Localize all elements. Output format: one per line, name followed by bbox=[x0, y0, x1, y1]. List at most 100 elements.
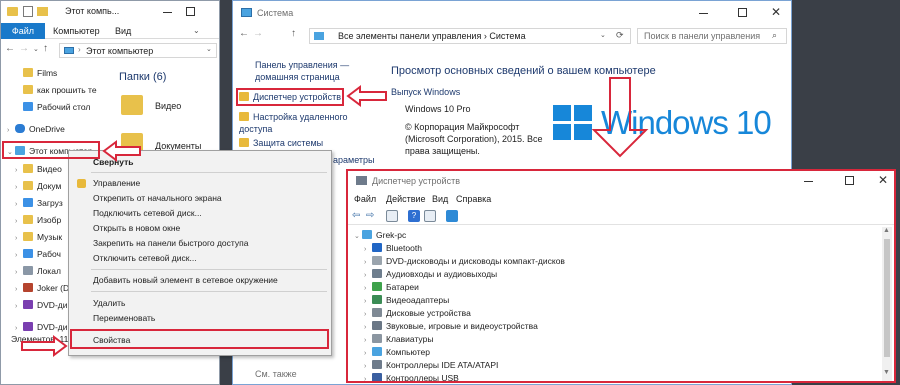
menu-item-properties[interactable]: Свойства bbox=[69, 333, 331, 348]
nav-item-onedrive[interactable]: › OneDrive bbox=[7, 123, 65, 136]
chevron-right-icon[interactable]: › bbox=[15, 283, 23, 296]
address-dropdown-icon[interactable]: ⌄ bbox=[206, 45, 212, 53]
menu-item-rename[interactable]: Переименовать bbox=[69, 311, 331, 326]
sidebar-link-device-manager[interactable]: Диспетчер устройств bbox=[239, 92, 341, 102]
properties-quick-icon[interactable] bbox=[23, 6, 33, 17]
scrollbar-thumb[interactable] bbox=[884, 239, 890, 357]
chevron-right-icon[interactable]: › bbox=[15, 266, 23, 279]
chevron-down-icon[interactable]: ⌄ bbox=[354, 230, 362, 243]
menu-item-disconnect-drive[interactable]: Отключить сетевой диск... bbox=[69, 251, 331, 266]
nav-item-local-disk[interactable]: › Локал bbox=[15, 265, 61, 278]
menu-item-pin-quick-access[interactable]: Закрепить на панели быстрого доступа bbox=[69, 236, 331, 251]
nav-item-folder[interactable]: как прошить те bbox=[23, 84, 97, 97]
nav-item-desktop-2[interactable]: › Рабоч bbox=[15, 248, 61, 261]
search-icon[interactable]: ⌕ bbox=[772, 30, 777, 41]
chevron-right-icon[interactable]: › bbox=[15, 181, 23, 194]
folder-tile-video[interactable]: Видео bbox=[119, 93, 219, 119]
chevron-right-icon[interactable]: › bbox=[15, 300, 23, 313]
sidebar-link-parameters[interactable]: араметры bbox=[333, 155, 375, 165]
scan-hardware-icon[interactable] bbox=[446, 210, 458, 222]
device-category[interactable]: › Дисковые устройства bbox=[364, 307, 471, 320]
device-category[interactable]: › Батареи bbox=[364, 281, 419, 294]
tree-root[interactable]: ⌄ Grek-pc bbox=[354, 229, 406, 242]
chevron-right-icon[interactable]: › bbox=[15, 215, 23, 228]
forward-icon[interactable]: → bbox=[19, 43, 29, 54]
nav-item-desktop[interactable]: Рабочий стол bbox=[23, 101, 90, 114]
device-category[interactable]: › Bluetooth bbox=[364, 242, 422, 255]
scroll-down-icon[interactable]: ▼ bbox=[883, 369, 890, 376]
chevron-right-icon[interactable]: › bbox=[15, 249, 23, 262]
refresh-icon[interactable]: ⟳ bbox=[616, 30, 624, 41]
back-icon[interactable]: ← bbox=[5, 43, 15, 54]
sidebar-link-remote-access[interactable]: Настройка удаленного доступа bbox=[239, 111, 359, 135]
forward-icon[interactable]: ⇨ bbox=[366, 210, 378, 222]
recent-icon[interactable]: ⌄ bbox=[33, 45, 39, 53]
menu-action[interactable]: Действие bbox=[386, 194, 426, 204]
menu-file[interactable]: Файл bbox=[354, 194, 376, 204]
chevron-right-icon[interactable]: › bbox=[15, 198, 23, 211]
device-category[interactable]: › Аудиовходы и аудиовыходы bbox=[364, 268, 497, 281]
system-address-field[interactable]: Все элементы панели управления › Система… bbox=[309, 28, 631, 44]
drive-icon bbox=[23, 283, 33, 292]
menu-item-unpin-start[interactable]: Открепить от начального экрана bbox=[69, 191, 331, 206]
sidebar-link-system-protection[interactable]: Защита системы bbox=[239, 138, 323, 148]
close-icon[interactable]: ✕ bbox=[878, 173, 888, 187]
menu-item-map-drive[interactable]: Подключить сетевой диск... bbox=[69, 206, 331, 221]
menu-item-open-new-window[interactable]: Открыть в новом окне bbox=[69, 221, 331, 236]
forward-icon[interactable]: → bbox=[253, 28, 263, 39]
maximize-icon[interactable] bbox=[738, 8, 747, 17]
scroll-up-icon[interactable]: ▲ bbox=[883, 227, 890, 234]
device-category[interactable]: › Контроллеры USB bbox=[364, 372, 459, 381]
nav-item-downloads[interactable]: › Загруз bbox=[15, 197, 63, 210]
nav-item-documents[interactable]: › Докум bbox=[15, 180, 61, 193]
menu-item-delete[interactable]: Удалить bbox=[69, 296, 331, 311]
address-dropdown-icon[interactable]: ⌄ bbox=[600, 31, 606, 39]
dm-scrollbar[interactable]: ▲ ▼ bbox=[882, 227, 892, 381]
properties-icon[interactable] bbox=[386, 210, 398, 222]
tab-file[interactable]: Файл bbox=[1, 23, 45, 39]
tab-computer[interactable]: Компьютер bbox=[53, 26, 100, 36]
close-icon[interactable]: ✕ bbox=[771, 5, 781, 19]
maximize-icon[interactable] bbox=[845, 176, 854, 185]
menu-item-add-network-location[interactable]: Добавить новый элемент в сетевое окружен… bbox=[69, 273, 331, 288]
details-icon[interactable] bbox=[424, 210, 436, 222]
nav-item-films[interactable]: Films bbox=[23, 67, 57, 80]
chevron-right-icon[interactable]: › bbox=[7, 124, 15, 137]
explorer-address-field[interactable]: › Этот компьютер ⌄ bbox=[59, 43, 217, 58]
minimize-icon[interactable] bbox=[163, 12, 172, 13]
device-category[interactable]: › DVD-дисководы и дисководы компакт-диско… bbox=[364, 255, 565, 268]
nav-item-music[interactable]: › Музык bbox=[15, 231, 62, 244]
menu-item-manage[interactable]: Управление bbox=[69, 176, 331, 191]
nav-item-dvd-1[interactable]: › DVD-ди bbox=[15, 299, 68, 312]
ribbon-expand-icon[interactable]: ⌄ bbox=[193, 26, 200, 35]
chevron-down-icon[interactable]: ⌄ bbox=[7, 146, 15, 159]
menu-view[interactable]: Вид bbox=[432, 194, 448, 204]
up-icon[interactable]: ↑ bbox=[43, 43, 48, 54]
tab-view[interactable]: Вид bbox=[115, 26, 131, 36]
system-address-row: ← → ↑ Все элементы панели управления › С… bbox=[233, 25, 791, 47]
dvd-icon bbox=[23, 300, 33, 309]
chevron-right-icon[interactable]: › bbox=[364, 373, 372, 381]
minimize-icon[interactable] bbox=[804, 181, 813, 182]
chevron-right-icon[interactable]: › bbox=[15, 232, 23, 245]
drive-icon bbox=[23, 266, 33, 275]
help-icon[interactable]: ? bbox=[408, 210, 420, 222]
up-icon[interactable]: ↑ bbox=[291, 28, 296, 39]
device-category[interactable]: › Контроллеры IDE ATA/ATAPI bbox=[364, 359, 498, 372]
device-category[interactable]: › Клавиатуры bbox=[364, 333, 433, 346]
nav-item-joker-disk[interactable]: › Joker (D bbox=[15, 282, 69, 295]
menu-help[interactable]: Справка bbox=[456, 194, 491, 204]
control-panel-search-field[interactable]: Поиск в панели управления ⌕ bbox=[637, 28, 787, 44]
device-category[interactable]: › Компьютер bbox=[364, 346, 430, 359]
chevron-right-icon[interactable]: › bbox=[15, 164, 23, 177]
new-folder-quick-icon[interactable] bbox=[37, 7, 48, 16]
minimize-icon[interactable] bbox=[699, 13, 708, 14]
maximize-icon[interactable] bbox=[186, 7, 195, 16]
device-category[interactable]: › Видеоадаптеры bbox=[364, 294, 449, 307]
control-panel-home-link[interactable]: Панель управления — домашняя страница bbox=[255, 59, 355, 83]
back-icon[interactable]: ⇦ bbox=[352, 210, 364, 222]
nav-item-video[interactable]: › Видео bbox=[15, 163, 62, 176]
nav-item-pictures[interactable]: › Изобр bbox=[15, 214, 61, 227]
device-category[interactable]: › Звуковые, игровые и видеоустройства bbox=[364, 320, 538, 333]
back-icon[interactable]: ← bbox=[239, 28, 249, 39]
